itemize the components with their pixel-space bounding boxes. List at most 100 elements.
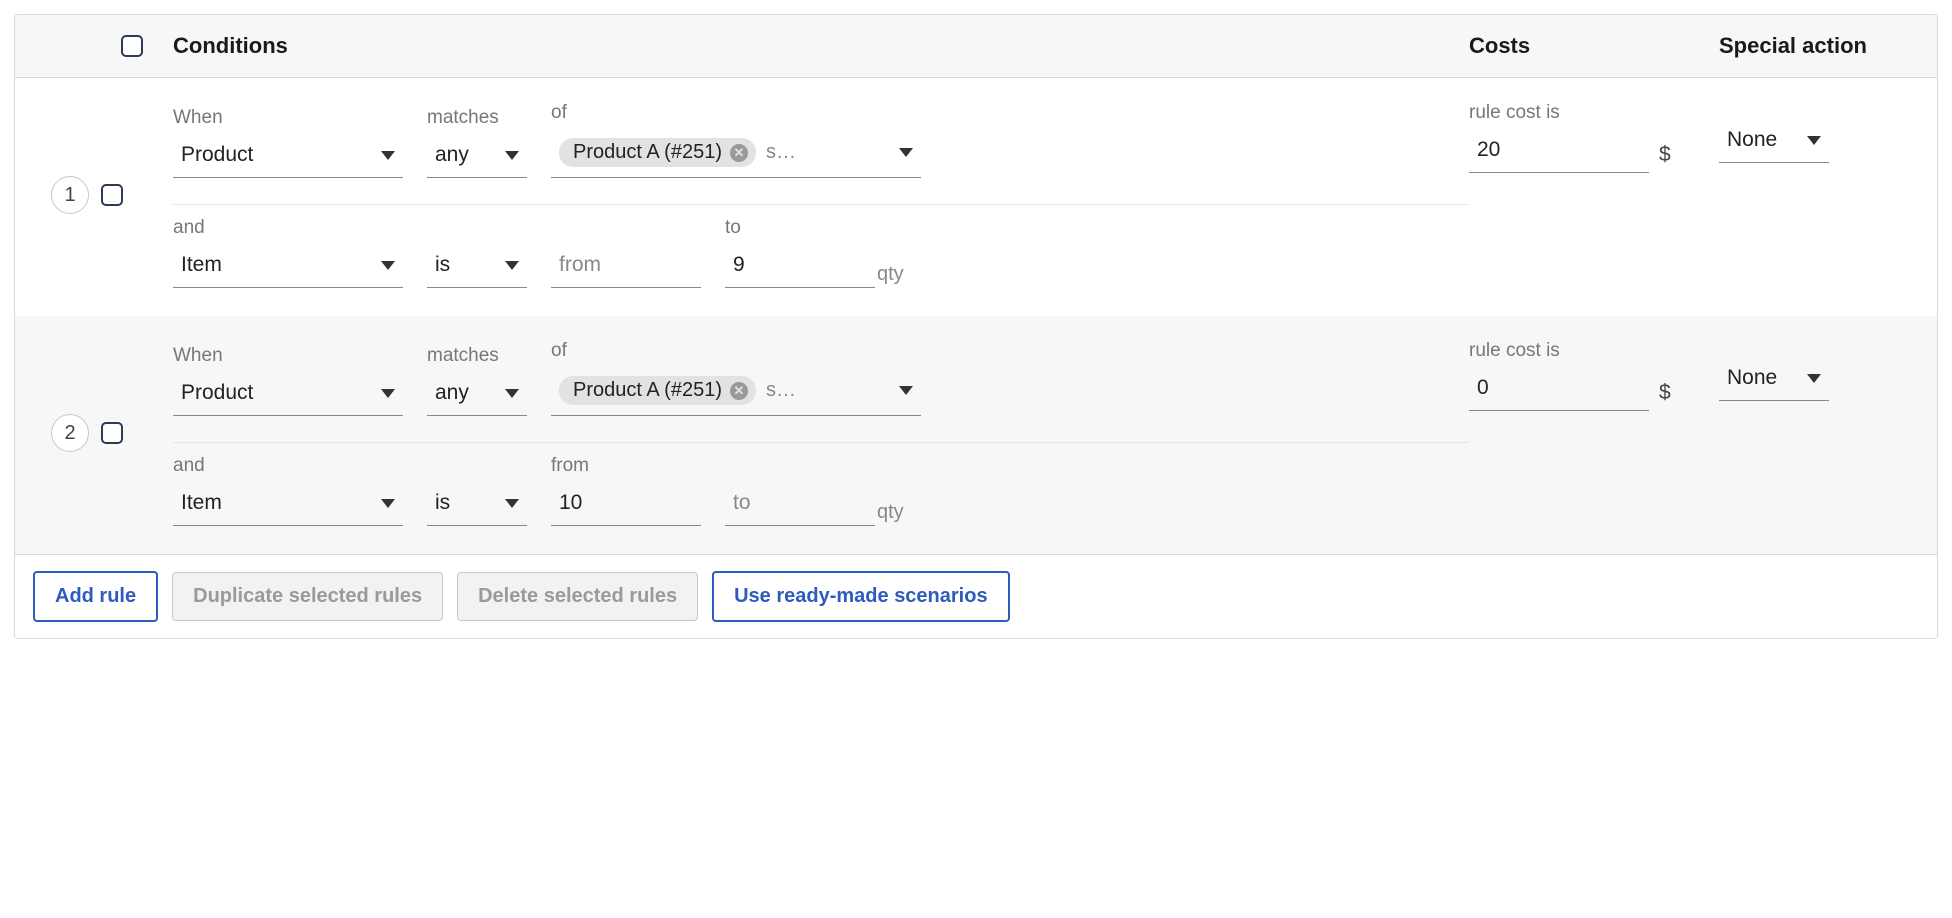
special-action-value: None	[1727, 366, 1777, 390]
when-entity-select[interactable]: Product	[173, 135, 403, 178]
remove-tag-button[interactable]: ✕	[730, 382, 748, 400]
and-op-group: is	[427, 217, 527, 288]
and-label: and	[173, 217, 205, 239]
matches-select[interactable]: any	[427, 373, 527, 416]
chevron-down-icon	[899, 148, 913, 157]
of-group: of Product A (#251) ✕ s…	[551, 340, 921, 416]
matches-label: matches	[427, 345, 499, 367]
when-entity-value: Product	[181, 143, 253, 167]
chevron-down-icon	[1807, 374, 1821, 383]
add-rule-button[interactable]: Add rule	[33, 571, 158, 622]
cost-label: rule cost is	[1469, 340, 1560, 362]
tag-placeholder: s…	[766, 379, 806, 402]
matches-value: any	[435, 143, 469, 167]
header-left	[33, 35, 173, 57]
from-label-spacer	[551, 217, 556, 239]
rule-special: None	[1719, 102, 1919, 288]
rule-conditions: When Product matches any	[173, 340, 1469, 526]
rule-number: 1	[51, 176, 89, 214]
of-group: of Product A (#251) ✕ s…	[551, 102, 921, 178]
rules-panel: Conditions Costs Special action 1 When P…	[14, 14, 1938, 639]
and-entity-value: Item	[181, 491, 222, 515]
to-input[interactable]	[725, 245, 875, 288]
use-scenarios-button[interactable]: Use ready-made scenarios	[712, 571, 1009, 622]
cost-row: $	[1469, 130, 1671, 173]
and-entity-select[interactable]: Item	[173, 245, 403, 288]
page: Conditions Costs Special action 1 When P…	[0, 0, 1952, 653]
matches-group: matches any	[427, 345, 527, 416]
cost-input[interactable]	[1469, 368, 1649, 411]
product-tag-chip: Product A (#251) ✕	[559, 376, 756, 405]
to-wrap: qty	[725, 483, 904, 526]
matches-group: matches any	[427, 107, 527, 178]
and-entity-select[interactable]: Item	[173, 483, 403, 526]
matches-select[interactable]: any	[427, 135, 527, 178]
qty-suffix: qty	[877, 501, 904, 524]
special-action-value: None	[1727, 128, 1777, 152]
product-tag-select[interactable]: Product A (#251) ✕ s…	[551, 130, 921, 178]
product-tag-text: Product A (#251)	[573, 141, 722, 164]
rule-checkbox[interactable]	[101, 422, 123, 444]
to-label: to	[725, 217, 741, 239]
rule-special: None	[1719, 340, 1919, 526]
condition-line-and: and Item is	[173, 217, 1469, 288]
when-group: When Product	[173, 345, 403, 416]
chevron-down-icon	[899, 386, 913, 395]
and-op-label-spacer	[427, 455, 432, 477]
to-group: qty	[725, 455, 904, 526]
chevron-down-icon	[381, 389, 395, 398]
product-tag-select[interactable]: Product A (#251) ✕ s…	[551, 368, 921, 416]
remove-tag-button[interactable]: ✕	[730, 144, 748, 162]
from-input[interactable]	[551, 245, 701, 288]
and-op-value: is	[435, 491, 450, 515]
rule-row: 2 When Product matches any	[15, 316, 1937, 554]
cost-row: $	[1469, 368, 1671, 411]
from-input[interactable]	[551, 483, 701, 526]
from-label: from	[551, 455, 589, 477]
rule-conditions: When Product matches any	[173, 102, 1469, 288]
when-entity-value: Product	[181, 381, 253, 405]
footer-row: Add rule Duplicate selected rules Delete…	[15, 554, 1937, 638]
special-action-select[interactable]: None	[1719, 358, 1829, 401]
cost-input[interactable]	[1469, 130, 1649, 173]
from-group: from	[551, 455, 701, 526]
and-group: and Item	[173, 217, 403, 288]
matches-value: any	[435, 381, 469, 405]
when-label: When	[173, 107, 223, 129]
product-tag-chip: Product A (#251) ✕	[559, 138, 756, 167]
cost-label: rule cost is	[1469, 102, 1560, 124]
rule-number: 2	[51, 414, 89, 452]
when-entity-select[interactable]: Product	[173, 373, 403, 416]
header-row: Conditions Costs Special action	[15, 15, 1937, 78]
rule-left: 1	[33, 102, 173, 288]
of-label: of	[551, 340, 567, 362]
and-group: and Item	[173, 455, 403, 526]
rule-left: 2	[33, 340, 173, 526]
rule-costs: rule cost is $	[1469, 102, 1719, 288]
condition-line-when: When Product matches any	[173, 340, 1469, 416]
currency-label: $	[1659, 143, 1671, 167]
of-label: of	[551, 102, 567, 124]
chevron-down-icon	[381, 499, 395, 508]
and-op-value: is	[435, 253, 450, 277]
matches-label: matches	[427, 107, 499, 129]
and-op-select[interactable]: is	[427, 245, 527, 288]
condition-divider	[173, 442, 1469, 443]
qty-suffix: qty	[877, 263, 904, 286]
and-entity-value: Item	[181, 253, 222, 277]
select-all-checkbox[interactable]	[121, 35, 143, 57]
currency-label: $	[1659, 381, 1671, 405]
chevron-down-icon	[505, 499, 519, 508]
and-op-select[interactable]: is	[427, 483, 527, 526]
condition-line-when: When Product matches any	[173, 102, 1469, 178]
chevron-down-icon	[505, 151, 519, 160]
duplicate-rules-button[interactable]: Duplicate selected rules	[172, 572, 443, 621]
rule-checkbox[interactable]	[101, 184, 123, 206]
header-special: Special action	[1719, 33, 1919, 59]
and-op-group: is	[427, 455, 527, 526]
tag-placeholder: s…	[766, 141, 806, 164]
to-input[interactable]	[725, 483, 875, 526]
rule-row: 1 When Product matches any	[15, 78, 1937, 316]
delete-rules-button[interactable]: Delete selected rules	[457, 572, 698, 621]
special-action-select[interactable]: None	[1719, 120, 1829, 163]
